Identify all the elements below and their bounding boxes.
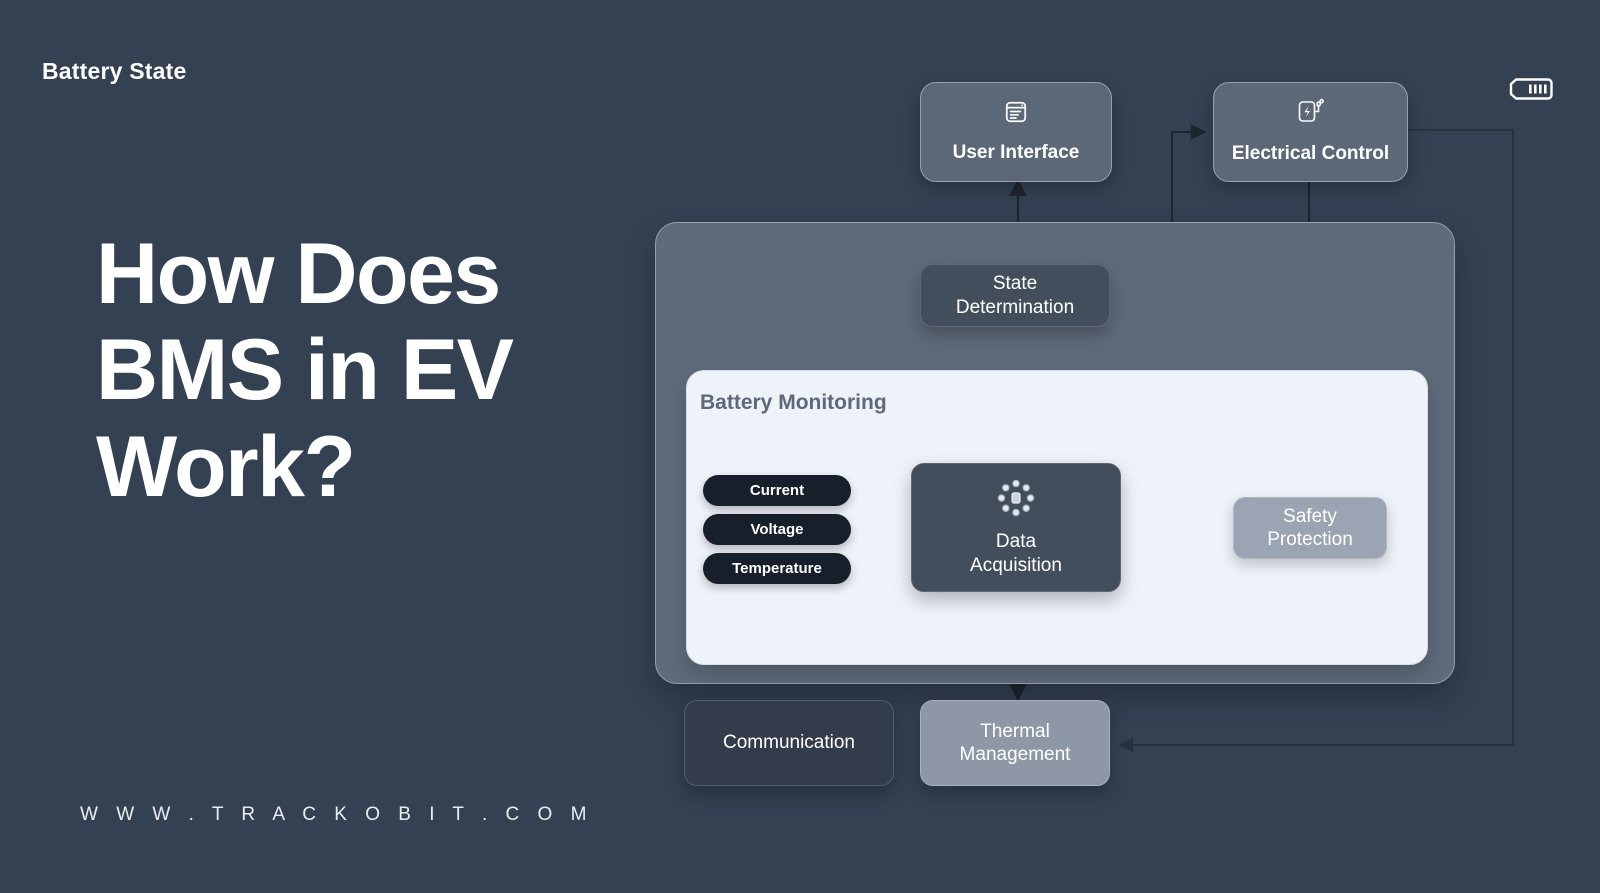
network-hub-icon <box>996 478 1036 524</box>
node-thermal-management-label: Thermal Management <box>959 720 1071 765</box>
node-safety-protection-label: Safety Protection <box>1267 505 1353 550</box>
sensor-pill-current-label: Current <box>749 482 805 499</box>
node-user-interface[interactable]: User Interface <box>920 82 1112 182</box>
node-data-acquisition[interactable]: Data Acquisition <box>911 463 1121 592</box>
sensor-pill-voltage[interactable]: Voltage <box>703 514 851 545</box>
node-data-acquisition-label: Data Acquisition <box>970 531 1062 576</box>
sensor-pill-current[interactable]: Current <box>703 475 851 506</box>
sensor-pill-voltage-label: Voltage <box>750 521 804 538</box>
window-document-icon <box>1003 99 1029 131</box>
node-communication[interactable]: Communication <box>684 700 894 786</box>
battery-state-title: Battery State <box>42 58 187 84</box>
node-electrical-control[interactable]: Electrical Control <box>1213 82 1408 182</box>
node-user-interface-label: User Interface <box>952 142 1080 164</box>
node-state-determination[interactable]: State Determination <box>920 264 1110 327</box>
battery-monitoring-title: Battery Monitoring <box>700 391 887 414</box>
node-communication-label: Communication <box>723 732 855 754</box>
node-safety-protection[interactable]: Safety Protection <box>1233 497 1387 559</box>
node-state-determination-label: State Determination <box>955 273 1075 318</box>
battery-bolt-icon <box>1296 98 1326 132</box>
sensor-pill-temperature[interactable]: Temperature <box>703 553 851 584</box>
node-electrical-control-label: Electrical Control <box>1231 143 1390 165</box>
poster-canvas: How Does BMS in EV Work? W W W . T R A C… <box>0 0 1600 893</box>
bms-flow-diagram: User Interface Electrical Control Batter… <box>0 0 1600 893</box>
sensor-pill-temperature-label: Temperature <box>732 560 822 577</box>
battery-icon <box>1502 74 1554 109</box>
node-thermal-management[interactable]: Thermal Management <box>920 700 1110 786</box>
